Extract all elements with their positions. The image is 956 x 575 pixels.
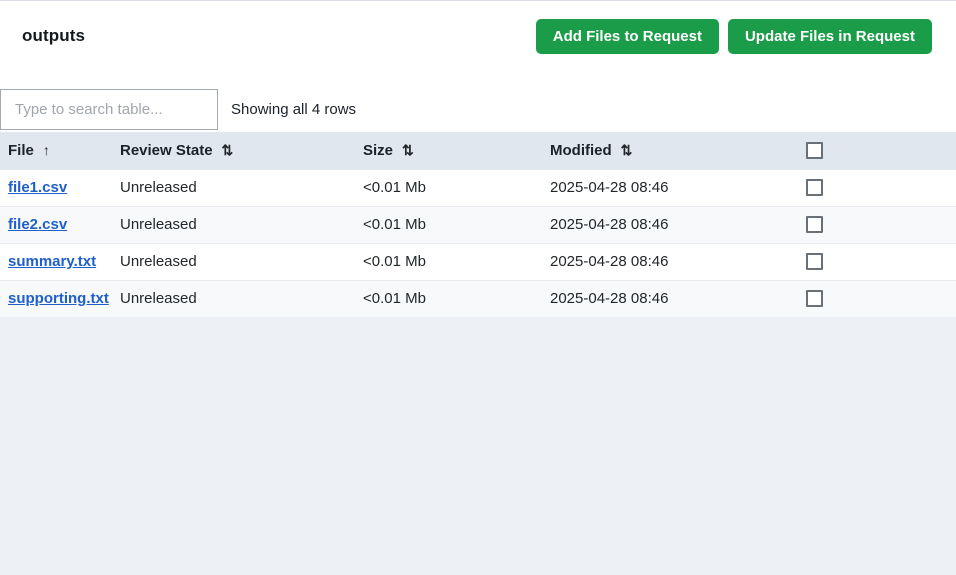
- column-label: Modified: [550, 142, 612, 159]
- column-label: Size: [363, 142, 393, 159]
- modified-value: 2025-04-28 08:46: [550, 290, 668, 307]
- column-header-review-state[interactable]: Review State ⇅: [120, 132, 363, 169]
- search-input[interactable]: [0, 89, 218, 130]
- modified-value: 2025-04-28 08:46: [550, 179, 668, 196]
- toolbar: Add Files to Request Update Files in Req…: [536, 19, 932, 54]
- sort-ascending-icon: ↑: [43, 142, 50, 158]
- size-value: <0.01 Mb: [363, 290, 426, 307]
- size-value: <0.01 Mb: [363, 253, 426, 270]
- select-all-checkbox[interactable]: [806, 142, 823, 159]
- review-state-value: Unreleased: [120, 253, 197, 270]
- size-value: <0.01 Mb: [363, 216, 426, 233]
- file-link[interactable]: summary.txt: [8, 253, 96, 270]
- column-header-file[interactable]: File ↑: [0, 132, 120, 169]
- rows-summary: Showing all 4 rows: [231, 101, 356, 118]
- review-state-value: Unreleased: [120, 290, 197, 307]
- column-label: File: [8, 142, 34, 159]
- column-header-size[interactable]: Size ⇅: [363, 132, 550, 169]
- row-checkbox[interactable]: [806, 216, 823, 233]
- table-row: file2.csv Unreleased <0.01 Mb 2025-04-28…: [0, 206, 956, 243]
- files-table: File ↑ Review State ⇅ Size ⇅ Modified ⇅ file…: [0, 132, 956, 318]
- column-header-select: [806, 132, 956, 169]
- table-header-row: File ↑ Review State ⇅ Size ⇅ Modified ⇅: [0, 132, 956, 169]
- sort-both-icon: ⇅: [621, 142, 633, 159]
- file-link[interactable]: supporting.txt: [8, 290, 109, 307]
- row-checkbox[interactable]: [806, 290, 823, 307]
- sort-both-icon: ⇅: [402, 142, 414, 159]
- table-row: supporting.txt Unreleased <0.01 Mb 2025-…: [0, 280, 956, 317]
- file-link[interactable]: file2.csv: [8, 216, 67, 233]
- table-body: file1.csv Unreleased <0.01 Mb 2025-04-28…: [0, 169, 956, 317]
- modified-value: 2025-04-28 08:46: [550, 253, 668, 270]
- review-state-value: Unreleased: [120, 216, 197, 233]
- table-row: summary.txt Unreleased <0.01 Mb 2025-04-…: [0, 243, 956, 280]
- review-state-value: Unreleased: [120, 179, 197, 196]
- update-files-button[interactable]: Update Files in Request: [728, 19, 932, 54]
- row-checkbox[interactable]: [806, 179, 823, 196]
- page-title: outputs: [22, 26, 85, 46]
- add-files-button[interactable]: Add Files to Request: [536, 19, 719, 54]
- column-header-modified[interactable]: Modified ⇅: [550, 132, 806, 169]
- column-label: Review State: [120, 142, 213, 159]
- search-row: Showing all 4 rows: [0, 89, 956, 130]
- table-row: file1.csv Unreleased <0.01 Mb 2025-04-28…: [0, 169, 956, 206]
- table-header: File ↑ Review State ⇅ Size ⇅ Modified ⇅: [0, 132, 956, 169]
- row-checkbox[interactable]: [806, 253, 823, 270]
- file-link[interactable]: file1.csv: [8, 179, 67, 196]
- header-bar: outputs Add Files to Request Update File…: [0, 1, 956, 54]
- page-background: [0, 317, 956, 575]
- modified-value: 2025-04-28 08:46: [550, 216, 668, 233]
- size-value: <0.01 Mb: [363, 179, 426, 196]
- sort-both-icon: ⇅: [222, 142, 234, 159]
